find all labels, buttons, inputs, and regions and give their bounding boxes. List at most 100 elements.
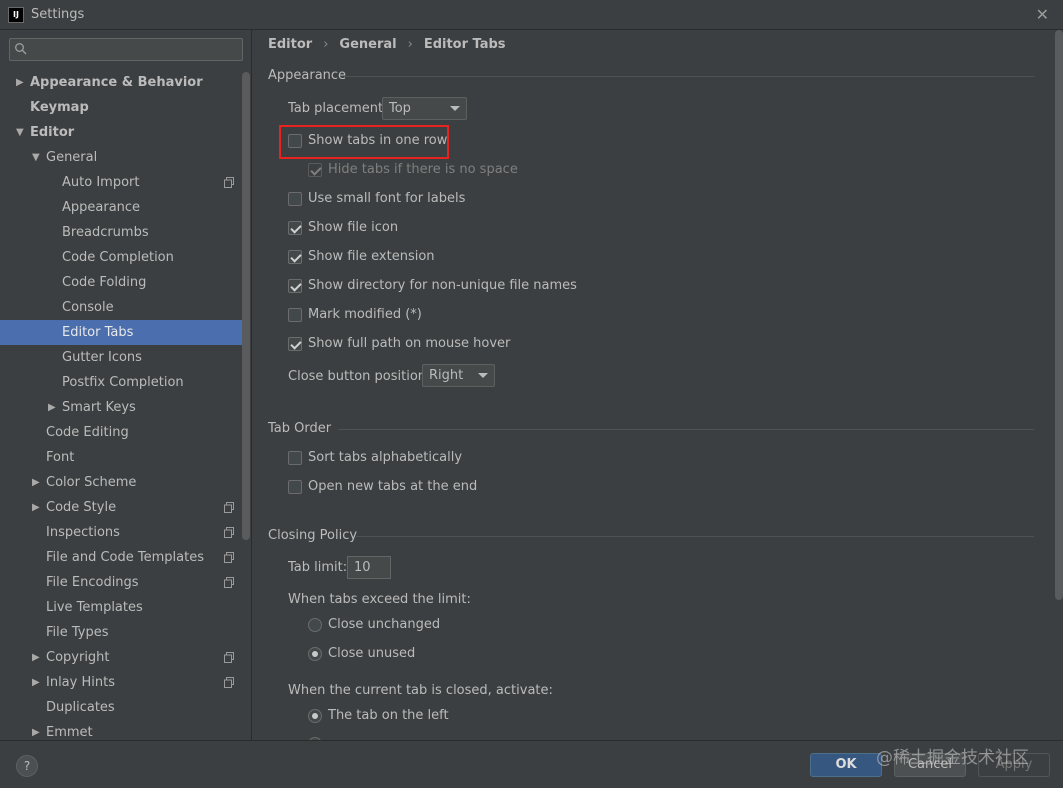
- sidebar-item[interactable]: Editor Tabs: [0, 320, 250, 345]
- sidebar-item[interactable]: ▶ Emmet: [0, 720, 250, 740]
- chevron-right-icon[interactable]: ▶: [32, 645, 42, 670]
- sidebar-item-label: File and Code Templates: [46, 550, 204, 565]
- search-input[interactable]: [9, 38, 243, 61]
- show-full-path-checkbox[interactable]: [288, 337, 302, 351]
- sidebar-item[interactable]: Auto Import: [0, 170, 250, 195]
- sidebar-item[interactable]: Live Templates: [0, 595, 250, 620]
- breadcrumb: Editor › General › Editor Tabs: [268, 37, 506, 52]
- show-file-extension-checkbox[interactable]: [288, 250, 302, 264]
- chevron-right-icon[interactable]: ▶: [32, 670, 42, 695]
- divider: [338, 429, 1034, 430]
- tab-limit-input[interactable]: 10: [347, 556, 391, 579]
- chevron-down-icon: [450, 106, 460, 111]
- sidebar-item-label: Duplicates: [46, 700, 115, 715]
- divider: [356, 536, 1034, 537]
- close-unchanged-radio[interactable]: [308, 618, 322, 632]
- sidebar-item[interactable]: ▶ Color Scheme: [0, 470, 250, 495]
- sidebar-scrollbar[interactable]: [242, 72, 250, 540]
- show-file-icon-label: Show file icon: [308, 220, 399, 235]
- chevron-right-icon[interactable]: ▶: [32, 470, 42, 495]
- chevron-right-icon[interactable]: ▶: [16, 70, 26, 95]
- sidebar-item-label: Code Folding: [62, 275, 147, 290]
- help-button[interactable]: ?: [16, 755, 38, 777]
- show-directory-checkbox[interactable]: [288, 279, 302, 293]
- close-button-position-select[interactable]: Right: [422, 364, 495, 387]
- show-file-icon-checkbox[interactable]: [288, 221, 302, 235]
- hide-tabs-no-space-checkbox: [308, 163, 322, 177]
- copy-icon: [224, 652, 234, 663]
- sidebar-item[interactable]: File and Code Templates: [0, 545, 250, 570]
- sidebar-item[interactable]: ▼ General: [0, 145, 250, 170]
- sidebar-item[interactable]: Breadcrumbs: [0, 220, 250, 245]
- sidebar-item[interactable]: ▶ Code Style: [0, 495, 250, 520]
- sidebar-item-label: Console: [62, 300, 114, 315]
- sidebar-item[interactable]: Console: [0, 295, 250, 320]
- small-font-checkbox[interactable]: [288, 192, 302, 206]
- sidebar-item[interactable]: Keymap: [0, 95, 250, 120]
- sidebar-item-label: File Encodings: [46, 575, 139, 590]
- chevron-right-icon[interactable]: ▶: [32, 720, 42, 740]
- chevron-right-icon[interactable]: ▶: [32, 495, 42, 520]
- copy-icon: [224, 677, 234, 688]
- sidebar-item[interactable]: Code Folding: [0, 270, 250, 295]
- sidebar-item-label: Code Completion: [62, 250, 174, 265]
- sidebar-item-label: Editor Tabs: [62, 325, 134, 340]
- sidebar-item-label: Postfix Completion: [62, 375, 184, 390]
- sidebar-item[interactable]: Code Completion: [0, 245, 250, 270]
- sidebar-item[interactable]: ▶ Smart Keys: [0, 395, 250, 420]
- appearance-section-title: Appearance: [268, 68, 347, 83]
- sidebar-item[interactable]: File Encodings: [0, 570, 250, 595]
- sidebar-item-label: Gutter Icons: [62, 350, 142, 365]
- breadcrumb-general[interactable]: General: [339, 37, 396, 52]
- ok-button[interactable]: OK: [810, 753, 882, 777]
- sidebar-item-label: Inlay Hints: [46, 675, 115, 690]
- sidebar-item-label: Auto Import: [62, 175, 140, 190]
- chevron-down-icon[interactable]: ▼: [32, 145, 42, 170]
- exceed-limit-label: When tabs exceed the limit:: [288, 592, 471, 607]
- sidebar-item[interactable]: Inspections: [0, 520, 250, 545]
- breadcrumb-separator: ›: [407, 37, 413, 52]
- closing-policy-section-title: Closing Policy: [268, 528, 358, 543]
- sidebar-item[interactable]: Gutter Icons: [0, 345, 250, 370]
- tab-placement-label: Tab placement:: [288, 101, 388, 116]
- mark-modified-checkbox[interactable]: [288, 308, 302, 322]
- sidebar-item-label: Editor: [30, 125, 75, 140]
- sidebar-item-label: Copyright: [46, 650, 110, 665]
- tab-placement-select[interactable]: Top: [382, 97, 467, 120]
- sidebar-item-label: Smart Keys: [62, 400, 136, 415]
- open-at-end-checkbox[interactable]: [288, 480, 302, 494]
- close-unused-label: Close unused: [328, 646, 416, 661]
- sidebar-item[interactable]: Font: [0, 445, 250, 470]
- open-at-end-label: Open new tabs at the end: [308, 479, 478, 494]
- copy-icon: [224, 577, 234, 588]
- breadcrumb-editor[interactable]: Editor: [268, 37, 312, 52]
- search-icon: [15, 43, 27, 55]
- sidebar-item-label: Breadcrumbs: [62, 225, 149, 240]
- sidebar-item[interactable]: ▶ Appearance & Behavior: [0, 70, 250, 95]
- chevron-right-icon[interactable]: ▶: [48, 395, 58, 420]
- chevron-down-icon[interactable]: ▼: [16, 120, 26, 145]
- sidebar-item[interactable]: ▶ Copyright: [0, 645, 250, 670]
- close-icon[interactable]: ✕: [1036, 5, 1049, 24]
- show-full-path-label: Show full path on mouse hover: [308, 336, 511, 351]
- sidebar-item[interactable]: Appearance: [0, 195, 250, 220]
- copy-icon: [224, 552, 234, 563]
- sort-alphabetically-checkbox[interactable]: [288, 451, 302, 465]
- show-directory-label: Show directory for non-unique file names: [308, 278, 577, 293]
- sidebar-item[interactable]: Code Editing: [0, 420, 250, 445]
- sidebar-item-label: Inspections: [46, 525, 120, 540]
- sidebar-item-label: General: [46, 150, 98, 165]
- content-scrollbar[interactable]: [1055, 30, 1063, 600]
- sidebar-item[interactable]: File Types: [0, 620, 250, 645]
- sidebar-item[interactable]: ▼ Editor: [0, 120, 250, 145]
- tab-on-left-radio[interactable]: [308, 709, 322, 723]
- sidebar-item[interactable]: Duplicates: [0, 695, 250, 720]
- sidebar-item[interactable]: ▶ Inlay Hints: [0, 670, 250, 695]
- sidebar-item-label: Code Style: [46, 500, 117, 515]
- breadcrumb-separator: ›: [323, 37, 329, 52]
- close-unused-radio[interactable]: [308, 647, 322, 661]
- sidebar-item-label: Appearance: [62, 200, 141, 215]
- show-file-extension-label: Show file extension: [308, 249, 435, 264]
- sidebar-item[interactable]: Postfix Completion: [0, 370, 250, 395]
- tab-placement-value: Top: [389, 101, 411, 116]
